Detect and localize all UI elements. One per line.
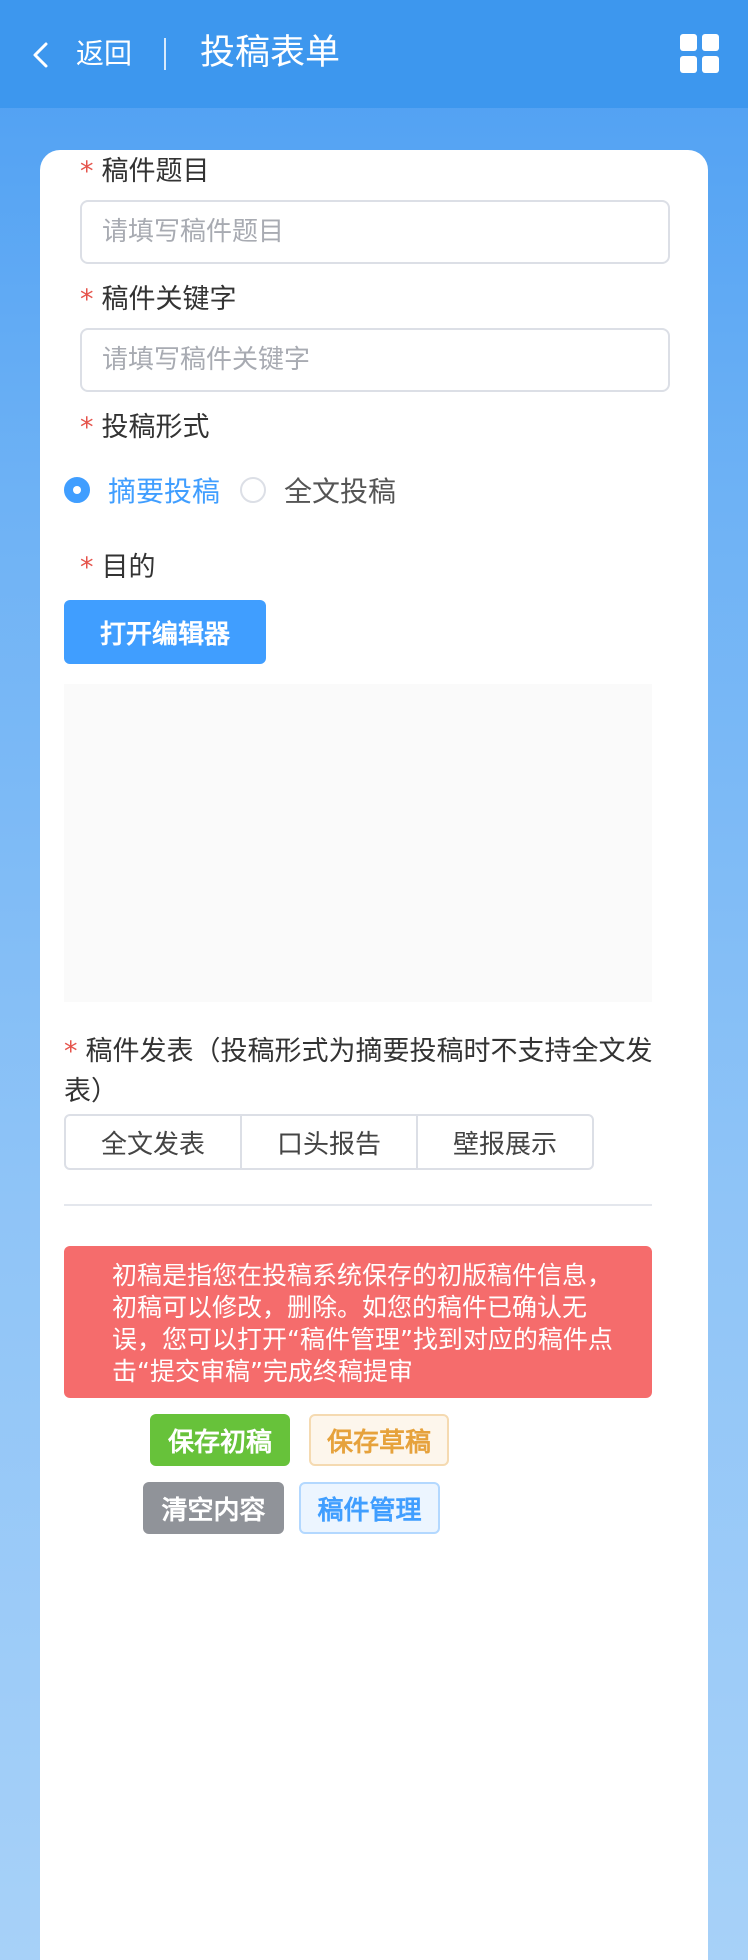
publication-option-poster[interactable]: 壁报展示 bbox=[416, 1114, 594, 1170]
editor-area[interactable] bbox=[64, 684, 652, 1002]
radio-abstract-submission[interactable]: 摘要投稿 bbox=[64, 470, 220, 510]
required-mark: * bbox=[80, 156, 94, 187]
back-button[interactable]: 返回 bbox=[76, 36, 132, 72]
header-divider bbox=[164, 38, 166, 70]
required-mark: * bbox=[80, 284, 94, 315]
title-field-label: * 稿件题目 bbox=[80, 156, 210, 187]
publication-options: 全文发表 口头报告 壁报展示 bbox=[64, 1114, 594, 1170]
required-mark: * bbox=[80, 412, 94, 443]
save-draft-button[interactable]: 保存草稿 bbox=[309, 1414, 449, 1466]
page-title: 投稿表单 bbox=[200, 33, 341, 73]
title-input[interactable] bbox=[82, 202, 672, 262]
open-editor-button[interactable]: 打开编辑器 bbox=[64, 600, 266, 664]
required-mark: * bbox=[64, 1036, 78, 1067]
clear-content-button[interactable]: 清空内容 bbox=[143, 1482, 284, 1534]
radio-unchecked-icon bbox=[240, 477, 266, 503]
notice-alert: 初稿是指您在投稿系统保存的初版稿件信息，初稿可以修改，删除。如您的稿件已确认无误… bbox=[64, 1246, 652, 1398]
radio-full-submission[interactable]: 全文投稿 bbox=[240, 470, 396, 510]
required-mark: * bbox=[80, 552, 94, 583]
title-input-wrapper bbox=[80, 200, 672, 264]
publication-label: * 稿件发表（投稿形式为摘要投稿时不支持全文发表） bbox=[64, 1036, 653, 1107]
grid-icon[interactable] bbox=[680, 34, 720, 74]
chevron-left-icon[interactable] bbox=[30, 38, 52, 72]
publication-option-full-text[interactable]: 全文发表 bbox=[64, 1114, 242, 1170]
publication-option-oral-report[interactable]: 口头报告 bbox=[240, 1114, 418, 1170]
manuscript-management-button[interactable]: 稿件管理 bbox=[299, 1482, 440, 1534]
section-divider bbox=[64, 1204, 652, 1206]
radio-checked-icon bbox=[64, 477, 90, 503]
form-card: *稿件题目 *稿件关键字 *投稿形式 摘要投稿 全文投稿 *目的 打开编辑器 *… bbox=[40, 150, 708, 1960]
keywords-field-label: * 稿件关键字 bbox=[80, 284, 237, 315]
keywords-input[interactable] bbox=[82, 330, 672, 390]
purpose-label: * 目的 bbox=[80, 552, 156, 583]
app-header: 返回 投稿表单 bbox=[0, 0, 748, 108]
keywords-input-wrapper bbox=[80, 328, 672, 392]
submission-type-label: * 投稿形式 bbox=[80, 412, 210, 443]
save-first-draft-button[interactable]: 保存初稿 bbox=[150, 1414, 290, 1466]
